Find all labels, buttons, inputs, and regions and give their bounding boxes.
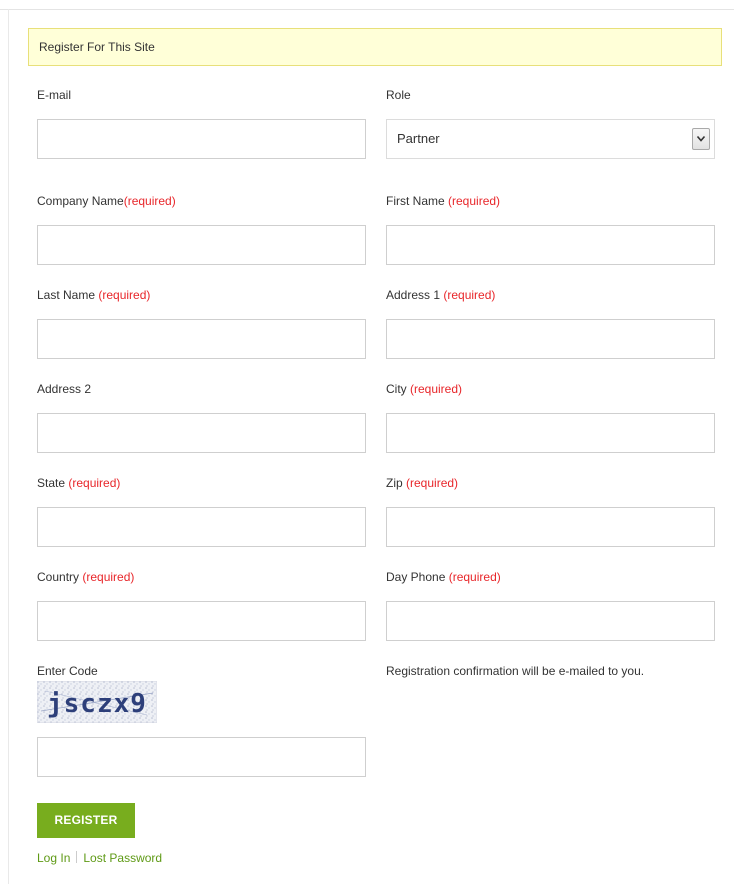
required-marker: (required) — [98, 288, 151, 302]
state-field[interactable] — [37, 507, 366, 547]
captcha-code: jsczx9 — [47, 689, 147, 719]
state-group: State (required) — [37, 475, 367, 547]
city-group: City (required) — [386, 381, 716, 453]
captcha-input[interactable] — [37, 737, 366, 777]
role-label: Role — [386, 88, 411, 102]
required-marker: (required) — [448, 194, 501, 208]
required-marker: (required) — [82, 570, 135, 584]
email-field[interactable] — [37, 119, 366, 159]
last-name-field[interactable] — [37, 319, 366, 359]
register-button[interactable]: REGISTER — [37, 803, 135, 838]
confirmation-note: Registration confirmation will be e-mail… — [386, 664, 645, 678]
role-group: Role Partner — [386, 87, 716, 159]
role-select[interactable]: Partner — [386, 119, 715, 159]
email-group: E-mail — [37, 87, 367, 159]
required-marker: (required) — [68, 476, 121, 490]
address2-field[interactable] — [37, 413, 366, 453]
role-dropdown-button[interactable] — [692, 128, 710, 150]
state-label: State (required) — [37, 476, 121, 490]
lost-password-link[interactable]: Lost Password — [83, 851, 162, 865]
link-separator — [76, 851, 78, 863]
zip-field[interactable] — [386, 507, 715, 547]
first-name-group: First Name (required) — [386, 193, 716, 265]
chevron-down-icon — [696, 135, 706, 142]
city-label: City (required) — [386, 382, 463, 396]
role-selected-value: Partner — [397, 131, 440, 146]
zip-group: Zip (required) — [386, 475, 716, 547]
captcha-label: Enter Code — [37, 664, 98, 678]
top-divider — [0, 9, 734, 10]
address2-label: Address 2 — [37, 382, 92, 396]
day-phone-group: Day Phone (required) — [386, 569, 716, 641]
address1-field[interactable] — [386, 319, 715, 359]
last-name-label: Last Name (required) — [37, 288, 151, 302]
country-group: Country (required) — [37, 569, 367, 641]
address1-label: Address 1 (required) — [386, 288, 496, 302]
company-name-group: Company Name(required) — [37, 193, 367, 265]
registration-page: Register For This Site E-mail Role Partn… — [0, 0, 734, 884]
day-phone-label: Day Phone (required) — [386, 570, 501, 584]
country-field[interactable] — [37, 601, 366, 641]
captcha-image: jsczx9 — [37, 681, 157, 723]
address2-group: Address 2 — [37, 381, 367, 453]
register-notice: Register For This Site — [28, 28, 722, 66]
first-name-field[interactable] — [386, 225, 715, 265]
first-name-label: First Name (required) — [386, 194, 501, 208]
last-name-group: Last Name (required) — [37, 287, 367, 359]
required-marker: (required) — [448, 570, 501, 584]
left-divider — [8, 9, 9, 884]
account-links: Log In Lost Password — [37, 850, 162, 866]
required-marker: (required) — [443, 288, 496, 302]
company-name-label: Company Name(required) — [37, 194, 176, 208]
login-link[interactable]: Log In — [37, 851, 70, 865]
email-label: E-mail — [37, 88, 72, 102]
zip-label: Zip (required) — [386, 476, 459, 490]
day-phone-field[interactable] — [386, 601, 715, 641]
required-marker: (required) — [123, 194, 176, 208]
required-marker: (required) — [406, 476, 459, 490]
country-label: Country (required) — [37, 570, 135, 584]
company-name-field[interactable] — [37, 225, 366, 265]
required-marker: (required) — [410, 382, 463, 396]
address1-group: Address 1 (required) — [386, 287, 716, 359]
city-field[interactable] — [386, 413, 715, 453]
